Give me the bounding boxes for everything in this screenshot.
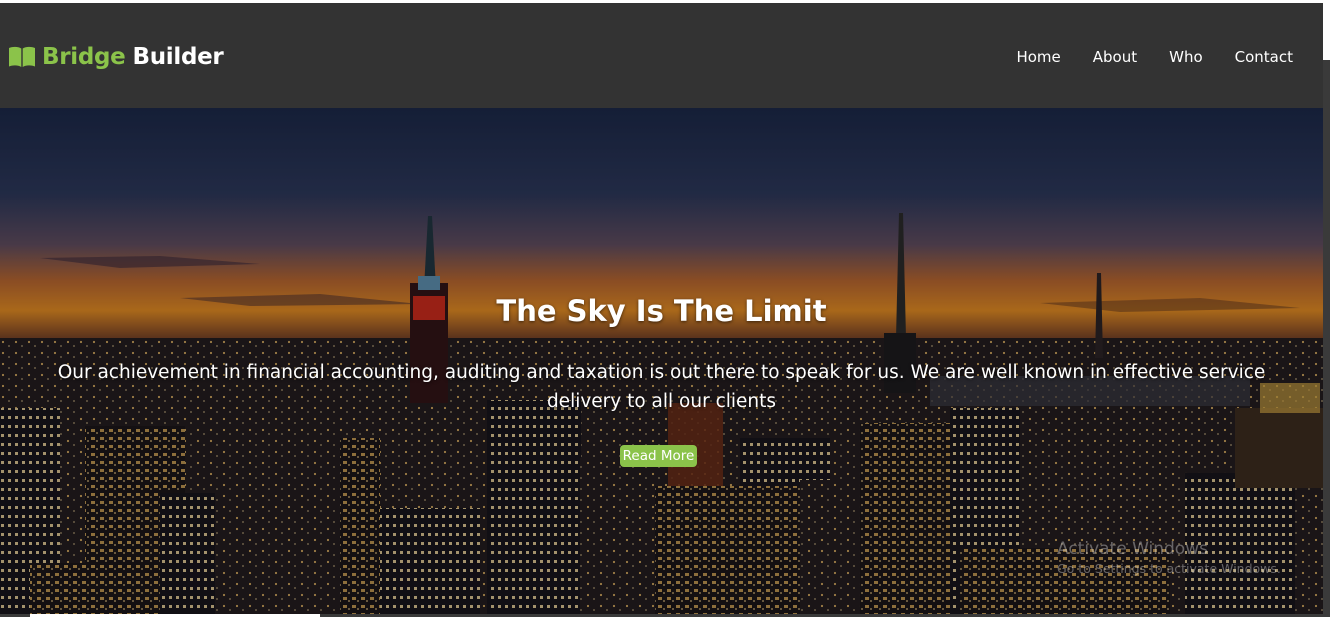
navbar: Bridge Builder Home About Who Contact bbox=[0, 3, 1323, 108]
open-book-icon bbox=[9, 46, 35, 67]
brand-name-first: Bridge bbox=[42, 44, 126, 70]
nav-link-who[interactable]: Who bbox=[1169, 47, 1203, 67]
brand-name-second: Builder bbox=[132, 44, 224, 70]
watermark-title: Activate Windows bbox=[1057, 539, 1208, 559]
nav-link-home[interactable]: Home bbox=[1016, 47, 1060, 67]
hero-title: The Sky Is The Limit bbox=[496, 294, 827, 328]
nav-link-contact[interactable]: Contact bbox=[1235, 47, 1293, 67]
activate-windows-watermark: Activate Windows Go to Settings to activ… bbox=[1057, 538, 1281, 578]
read-more-button[interactable]: Read More bbox=[620, 445, 697, 467]
hero-section: The Sky Is The Limit Our achievement in … bbox=[0, 108, 1323, 614]
right-edge-strip bbox=[1323, 60, 1330, 614]
nav-link-about[interactable]: About bbox=[1093, 47, 1137, 67]
hero-description: Our achievement in financial accounting,… bbox=[57, 362, 1266, 412]
main-nav: Home About Who Contact bbox=[984, 47, 1293, 67]
page: Bridge Builder Home About Who Contact Th… bbox=[0, 0, 1330, 617]
watermark-subtitle: Go to Settings to activate Windows. bbox=[1057, 561, 1281, 576]
brand-logo[interactable]: Bridge Builder bbox=[8, 40, 224, 74]
